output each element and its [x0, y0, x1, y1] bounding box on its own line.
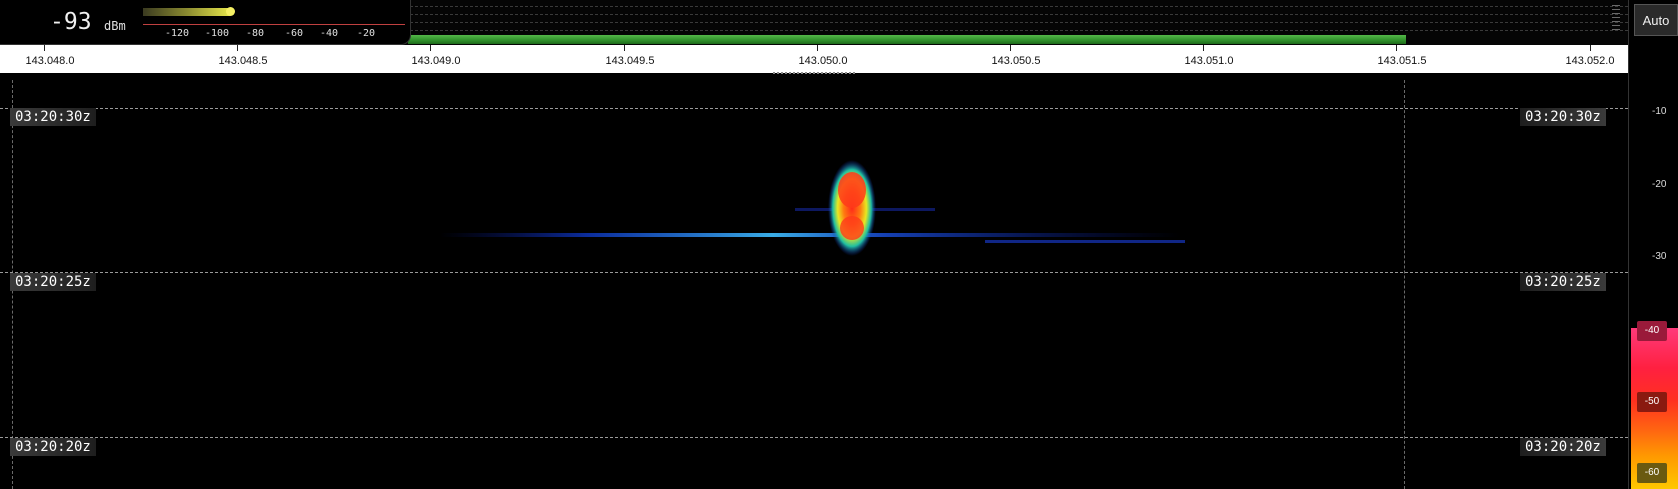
freq-tick	[817, 45, 818, 51]
time-label-right: 03:20:25z	[1520, 273, 1606, 291]
freq-tick	[1203, 45, 1204, 51]
freq-label: 143.051.5	[1377, 55, 1427, 67]
s-meter-scale-label: -80	[246, 28, 265, 39]
s-meter-scale-label: -20	[357, 28, 376, 39]
db-scale-label: -10	[1652, 106, 1667, 117]
s-meter-value: -93	[50, 9, 92, 35]
s-meter-scale-label: -60	[285, 28, 304, 39]
s-meter-scale-line	[143, 24, 405, 25]
time-label-left: 03:20:20z	[10, 438, 96, 456]
freq-tick	[430, 45, 431, 51]
s-meter-unit: dBm	[104, 19, 126, 33]
signal-streak	[440, 233, 1180, 237]
freq-label: 143.050.5	[991, 55, 1041, 67]
freq-label: 143.049.0	[411, 55, 461, 67]
waterfall-display[interactable]: 03:20:30z 03:20:30z 03:20:25z 03:20:25z …	[0, 80, 1628, 489]
freq-tick	[624, 45, 625, 51]
freq-tick	[237, 45, 238, 51]
freq-label: 143.050.0	[798, 55, 848, 67]
freq-label: 143.051.0	[1184, 55, 1234, 67]
s-meter: -93 dBm -120 -100 -80 -60 -40 -20	[0, 0, 411, 45]
s-meter-scale: -120 -100 -80 -60 -40 -20	[165, 28, 395, 40]
freq-tick	[1010, 45, 1011, 51]
auto-button[interactable]: Auto	[1634, 4, 1678, 36]
signal-streak	[985, 240, 1185, 243]
time-label-left: 03:20:30z	[10, 108, 96, 126]
s-meter-bar	[143, 8, 230, 16]
freq-tick	[44, 45, 45, 51]
color-scale-label: -50	[1637, 392, 1667, 412]
freq-label: 143.048.5	[218, 55, 268, 67]
right-level-ticks	[1612, 2, 1622, 40]
freq-tick	[1590, 45, 1591, 51]
signal-burst-core	[840, 216, 864, 240]
time-label-right: 03:20:20z	[1520, 438, 1606, 456]
s-meter-scale-label: -100	[205, 28, 230, 39]
time-label-left: 03:20:25z	[10, 273, 96, 291]
freq-tick	[1396, 45, 1397, 51]
freq-label: 143.048.0	[25, 55, 75, 67]
db-scale-label: -20	[1652, 179, 1667, 190]
splitter-drag-handle[interactable]	[773, 72, 855, 74]
signal-level-bar	[408, 35, 1406, 44]
color-scale-label: -60	[1637, 463, 1667, 483]
db-scale-label: -30	[1652, 251, 1667, 262]
s-meter-scale-label: -120	[165, 28, 190, 39]
color-scale-label: -40	[1637, 321, 1667, 341]
frequency-ruler[interactable]: 143.048.0 143.048.5 143.049.0 143.049.5 …	[0, 45, 1628, 74]
time-label-right: 03:20:30z	[1520, 108, 1606, 126]
s-meter-indicator	[226, 7, 235, 16]
freq-label: 143.052.0	[1565, 55, 1615, 67]
s-meter-scale-label: -40	[320, 28, 339, 39]
signal-trace	[440, 160, 1185, 256]
signal-burst-core	[838, 172, 866, 208]
freq-label: 143.049.5	[605, 55, 655, 67]
